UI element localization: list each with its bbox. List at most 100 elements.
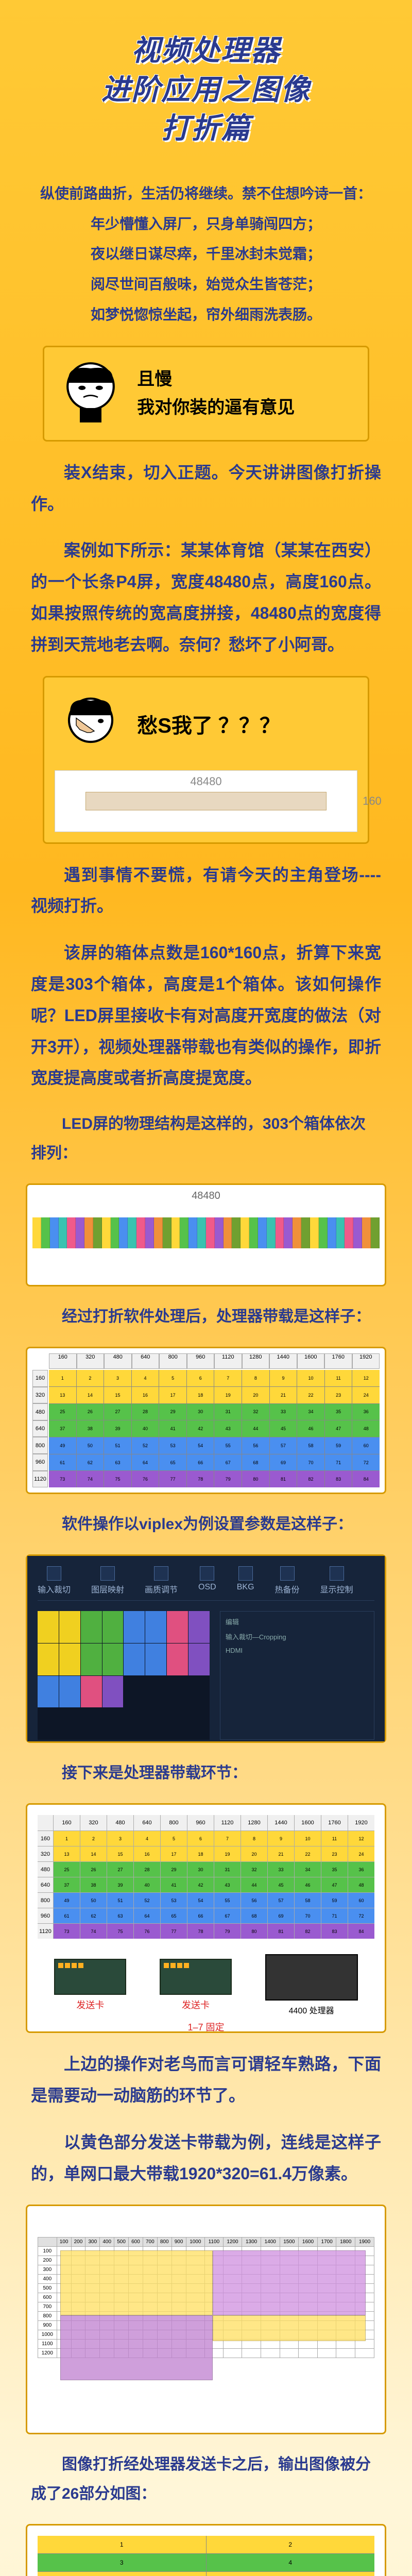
proc-cell: 33 [270,1404,297,1420]
sw-canvas-cell [188,1611,210,1643]
led-cell [50,1217,59,1248]
proc-axis-left: 1603204806408009601120 [32,1370,48,1487]
caption-proc: 经过打折软件处理后，处理器带载是这样子： [31,1302,381,1331]
proc-cell: 8 [242,1370,269,1386]
proc-cell: 66 [187,1454,214,1471]
sw-canvas-cell [81,1676,102,1708]
sw-toolbar-item[interactable]: 热备份 [275,1566,300,1595]
caption-ring: 接下来是处理器带载环节： [31,1758,381,1788]
sw-sidebar-item: 编辑 [226,1617,369,1626]
proc-cell: 35 [325,1404,352,1420]
poem-l1: 年少懵懂入屏厂，只身单骑闯四方； [21,209,391,240]
toolbar-label: OSD [198,1583,216,1592]
ring-cell: 56 [241,1893,267,1908]
poem-intro: 纵使前路曲折，生活仍将继续。禁不住想吟诗一首： [21,179,391,209]
ring-cell: 80 [241,1924,267,1939]
proc-cell: 52 [132,1437,159,1454]
sw-canvas-cell [145,1676,166,1708]
axis-tick: 480 [38,1862,53,1877]
proc-axis-top: 1603204806408009601120128014401600176019… [49,1353,380,1369]
toolbar-label: BKG [237,1583,254,1592]
sw-toolbar-item[interactable]: 图层映射 [91,1566,124,1595]
proc-cell: 75 [104,1471,131,1487]
proc-cell: 7 [214,1370,242,1386]
sw-canvas-cell [188,1708,210,1740]
ring-cell: 9 [268,1831,294,1846]
led-cell [145,1217,154,1248]
sw-canvas-cell [38,1676,59,1708]
axis-tick: 960 [38,1908,53,1923]
ring-cell: 38 [80,1877,107,1892]
proc-cell: 48 [352,1420,380,1437]
ring-cell: 46 [295,1877,321,1892]
ring-cell: 83 [321,1924,348,1939]
proc-cell: 14 [77,1387,104,1403]
ring-cell: 72 [348,1908,374,1923]
ring-cell: 69 [268,1908,294,1923]
ring-cell: 82 [295,1924,321,1939]
sender-card-2 [160,1959,232,1995]
ring-cell: 35 [321,1862,348,1877]
para-2: 案例如下所示：某某体育馆（某某在西安）的一个长条P4屏，宽度48480点，高度1… [31,535,381,660]
proc-cell: 34 [297,1404,324,1420]
processor-grid: 1603204806408009601120128014401600176019… [32,1353,380,1487]
proc-cell: 3 [104,1370,131,1386]
ring-cell: 58 [295,1893,321,1908]
26-part-grid: 1234567891011121314151617181920212223242… [38,2536,374,2576]
sw-toolbar-item[interactable]: 画质调节 [145,1566,178,1595]
proc-cell: 32 [242,1404,269,1420]
tall-cell: 3 [38,2554,206,2571]
led-cell [371,1217,380,1248]
tall-cell: 4 [207,2554,375,2571]
toolbar-icon [280,1566,295,1581]
sw-canvas-cell [59,1643,80,1675]
ring-cell: 36 [348,1862,374,1877]
sw-toolbar-item[interactable]: 显示控制 [320,1566,353,1595]
axis-tick: 480 [32,1403,48,1420]
led-cell [206,1217,215,1248]
proc-cell: 43 [214,1420,242,1437]
proc-cell: 56 [242,1437,269,1454]
proc-cell: 17 [159,1387,186,1403]
sw-canvas-cell [167,1643,188,1675]
proc-cell: 62 [77,1454,104,1471]
led-strip [32,1217,380,1248]
proc-cell: 55 [214,1437,242,1454]
sw-canvas-cell [81,1708,102,1740]
sw-canvas-cell [38,1611,59,1643]
axis-tick: 1280 [242,1353,270,1369]
led-cell [76,1217,84,1248]
sender-2-label: 发送卡 [160,1998,232,2011]
meme-box-2: 愁S我了 ？？？ 48480 160 [43,676,369,844]
proc-cell: 46 [297,1420,324,1437]
sw-toolbar-item[interactable]: OSD [198,1566,216,1595]
toolbar-icon [238,1566,253,1581]
proc-cell: 45 [270,1420,297,1437]
led-cell [319,1217,328,1248]
sw-canvas-cell [81,1643,102,1675]
axis-tick: 320 [80,1815,107,1831]
axis-tick: 1600 [295,1815,321,1831]
sw-toolbar-item[interactable]: 输入裁切 [38,1566,71,1595]
axis-tick: 640 [38,1877,53,1892]
ring-cell: 7 [214,1831,241,1846]
ring-cell: 32 [241,1862,267,1877]
proc-cell: 69 [270,1454,297,1471]
dim-width: 48480 [190,775,221,788]
led-cell [171,1217,180,1248]
toolbar-icon [47,1566,61,1581]
ring-cell: 54 [187,1893,214,1908]
axis-tick: 1120 [32,1471,48,1488]
ring-cell: 77 [161,1924,187,1939]
processor-grid-box: 1603204806408009601120128014401600176019… [26,1347,386,1494]
toolbar-label: 输入裁切 [38,1583,71,1595]
ring-cell: 50 [80,1893,107,1908]
led-measure: 48480 [32,1190,380,1202]
ring-cell: 21 [268,1846,294,1861]
proc-cell: 19 [214,1387,242,1403]
axis-tick: 320 [77,1353,105,1369]
proc-cell: 42 [187,1420,214,1437]
sw-canvas-cell [167,1708,188,1740]
axis-tick: 800 [159,1353,187,1369]
sw-toolbar-item[interactable]: BKG [237,1566,254,1595]
